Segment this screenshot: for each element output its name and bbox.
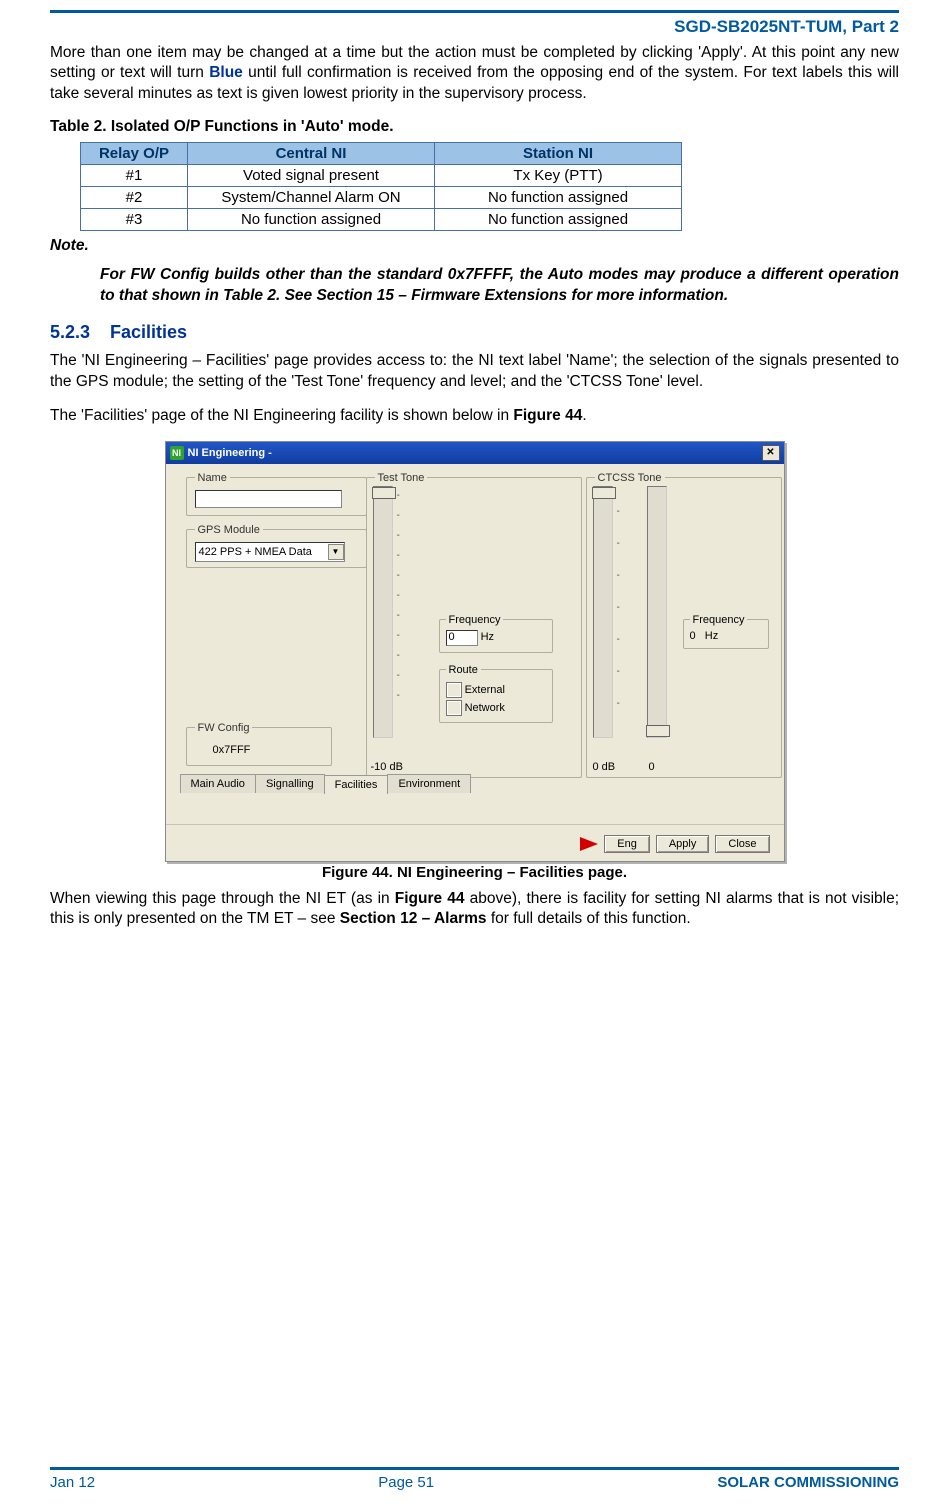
tt-route-group: Route External Network [439,664,553,723]
th-station: Station NI [435,143,682,165]
cell: #1 [81,165,188,187]
cell: System/Channel Alarm ON [188,187,435,209]
section-num: 5.2.3 [50,322,110,343]
dialog-title: NI Engineering - [188,447,272,459]
legend-ct: CTCSS Tone [595,472,665,484]
th-relay: Relay O/P [81,143,188,165]
ct-freq-slider[interactable] [647,486,667,738]
apply-button[interactable]: Apply [656,835,710,853]
ct-frequency-group: Frequency 0 Hz [683,614,769,649]
af-post: for full details of this function. [487,910,691,927]
note-label: Note. [50,237,899,255]
tab-signalling[interactable]: Signalling [255,774,325,793]
cell: No function assigned [435,209,682,231]
after-figure-paragraph: When viewing this page through the NI ET… [50,889,899,930]
intro-blue: Blue [209,64,243,81]
fw-value: 0x7FFF [195,740,325,756]
th-central: Central NI [188,143,435,165]
p2-post: . [582,407,586,424]
ct-ticks-l: ------- [617,496,620,720]
section-p2: The 'Facilities' page of the NI Engineer… [50,406,899,426]
group-name: Name [186,472,367,516]
tt-freq-input[interactable]: 0 [446,630,478,646]
arrow-icon [580,837,598,851]
route-network-label: Network [465,702,505,714]
tt-bottom-label: -10 dB [371,761,403,773]
tab-bar: Main Audio Signalling Facilities Environ… [180,774,471,793]
ct-freq-legend: Frequency [690,614,748,626]
table2-caption: Table 2. Isolated O/P Functions in 'Auto… [50,118,899,136]
cell: No function assigned [188,209,435,231]
legend-gps: GPS Module [195,524,263,536]
app-icon: NI [170,446,184,460]
name-input[interactable] [195,490,342,508]
cell: Voted signal present [188,165,435,187]
af-pre: When viewing this page through the NI ET… [50,890,395,907]
route-external-button[interactable] [446,682,462,698]
section-title: Facilities [110,322,187,342]
footer-date: Jan 12 [50,1474,95,1491]
gps-select[interactable]: 422 PPS + NMEA Data ▼ [195,542,345,562]
gps-value: 422 PPS + NMEA Data [199,546,312,558]
chevron-down-icon[interactable]: ▼ [328,544,344,560]
titlebar[interactable]: NI NI Engineering - ✕ [166,442,784,464]
af-fig: Figure 44 [395,890,465,907]
tab-main-audio[interactable]: Main Audio [180,774,256,793]
tt-route-legend: Route [446,664,481,676]
ct-freq-val: 0 [690,630,696,642]
section-heading: 5.2.3Facilities [50,322,899,343]
ct-freq-unit: Hz [705,630,718,642]
cell: #3 [81,209,188,231]
table-row: #1 Voted signal present Tx Key (PTT) [81,165,682,187]
close-button[interactable]: Close [715,835,769,853]
af-sec: Section 12 – Alarms [340,910,487,927]
tt-freq-unit: Hz [481,631,494,643]
group-testtone: Test Tone ----------- -10 dB Frequency 0… [366,472,582,778]
footer-title: SOLAR COMMISSIONING [717,1474,899,1491]
p2-pre: The 'Facilities' page of the NI Engineer… [50,407,513,424]
tab-facilities[interactable]: Facilities [324,775,389,794]
cell: Tx Key (PTT) [435,165,682,187]
tt-freq-legend: Frequency [446,614,504,626]
cell: #2 [81,187,188,209]
doc-id: SGD-SB2025NT-TUM, Part 2 [50,17,899,37]
intro-paragraph: More than one item may be changed at a t… [50,43,899,104]
ct-bottom-l: 0 dB [593,761,616,773]
group-gps: GPS Module 422 PPS + NMEA Data ▼ [186,524,367,568]
figure-caption: Figure 44. NI Engineering – Facilities p… [165,864,785,881]
tt-frequency-group: Frequency 0 Hz [439,614,553,653]
p2-fig: Figure 44 [513,407,582,424]
section-p1: The 'NI Engineering – Facilities' page p… [50,351,899,392]
route-network-button[interactable] [446,700,462,716]
cell: No function assigned [435,187,682,209]
group-fwconfig: FW Config 0x7FFF [186,722,332,766]
group-ctcss: CTCSS Tone ------- 0 dB 0 Frequency 0 [586,472,782,778]
ct-level-slider[interactable] [593,486,613,738]
table-row: #2 System/Channel Alarm ON No function a… [81,187,682,209]
footer-page: Page 51 [378,1474,434,1491]
legend-fw: FW Config [195,722,253,734]
table2: Relay O/P Central NI Station NI #1 Voted… [80,142,682,231]
route-external-label: External [465,684,505,696]
legend-tt: Test Tone [375,472,428,484]
footer: Jan 12 Page 51 SOLAR COMMISSIONING [50,1467,899,1491]
legend-name: Name [195,472,230,484]
note-body: For FW Config builds other than the stan… [100,265,899,306]
tt-level-slider[interactable] [373,486,393,738]
tt-ticks: ----------- [397,486,400,706]
table-row: #3 No function assigned No function assi… [81,209,682,231]
eng-button[interactable]: Eng [604,835,650,853]
ni-engineering-dialog: NI NI Engineering - ✕ Name GPS Module 42… [165,441,785,862]
ct-bottom-r: 0 [649,761,655,773]
tab-environment[interactable]: Environment [387,774,471,793]
close-icon[interactable]: ✕ [762,445,780,461]
